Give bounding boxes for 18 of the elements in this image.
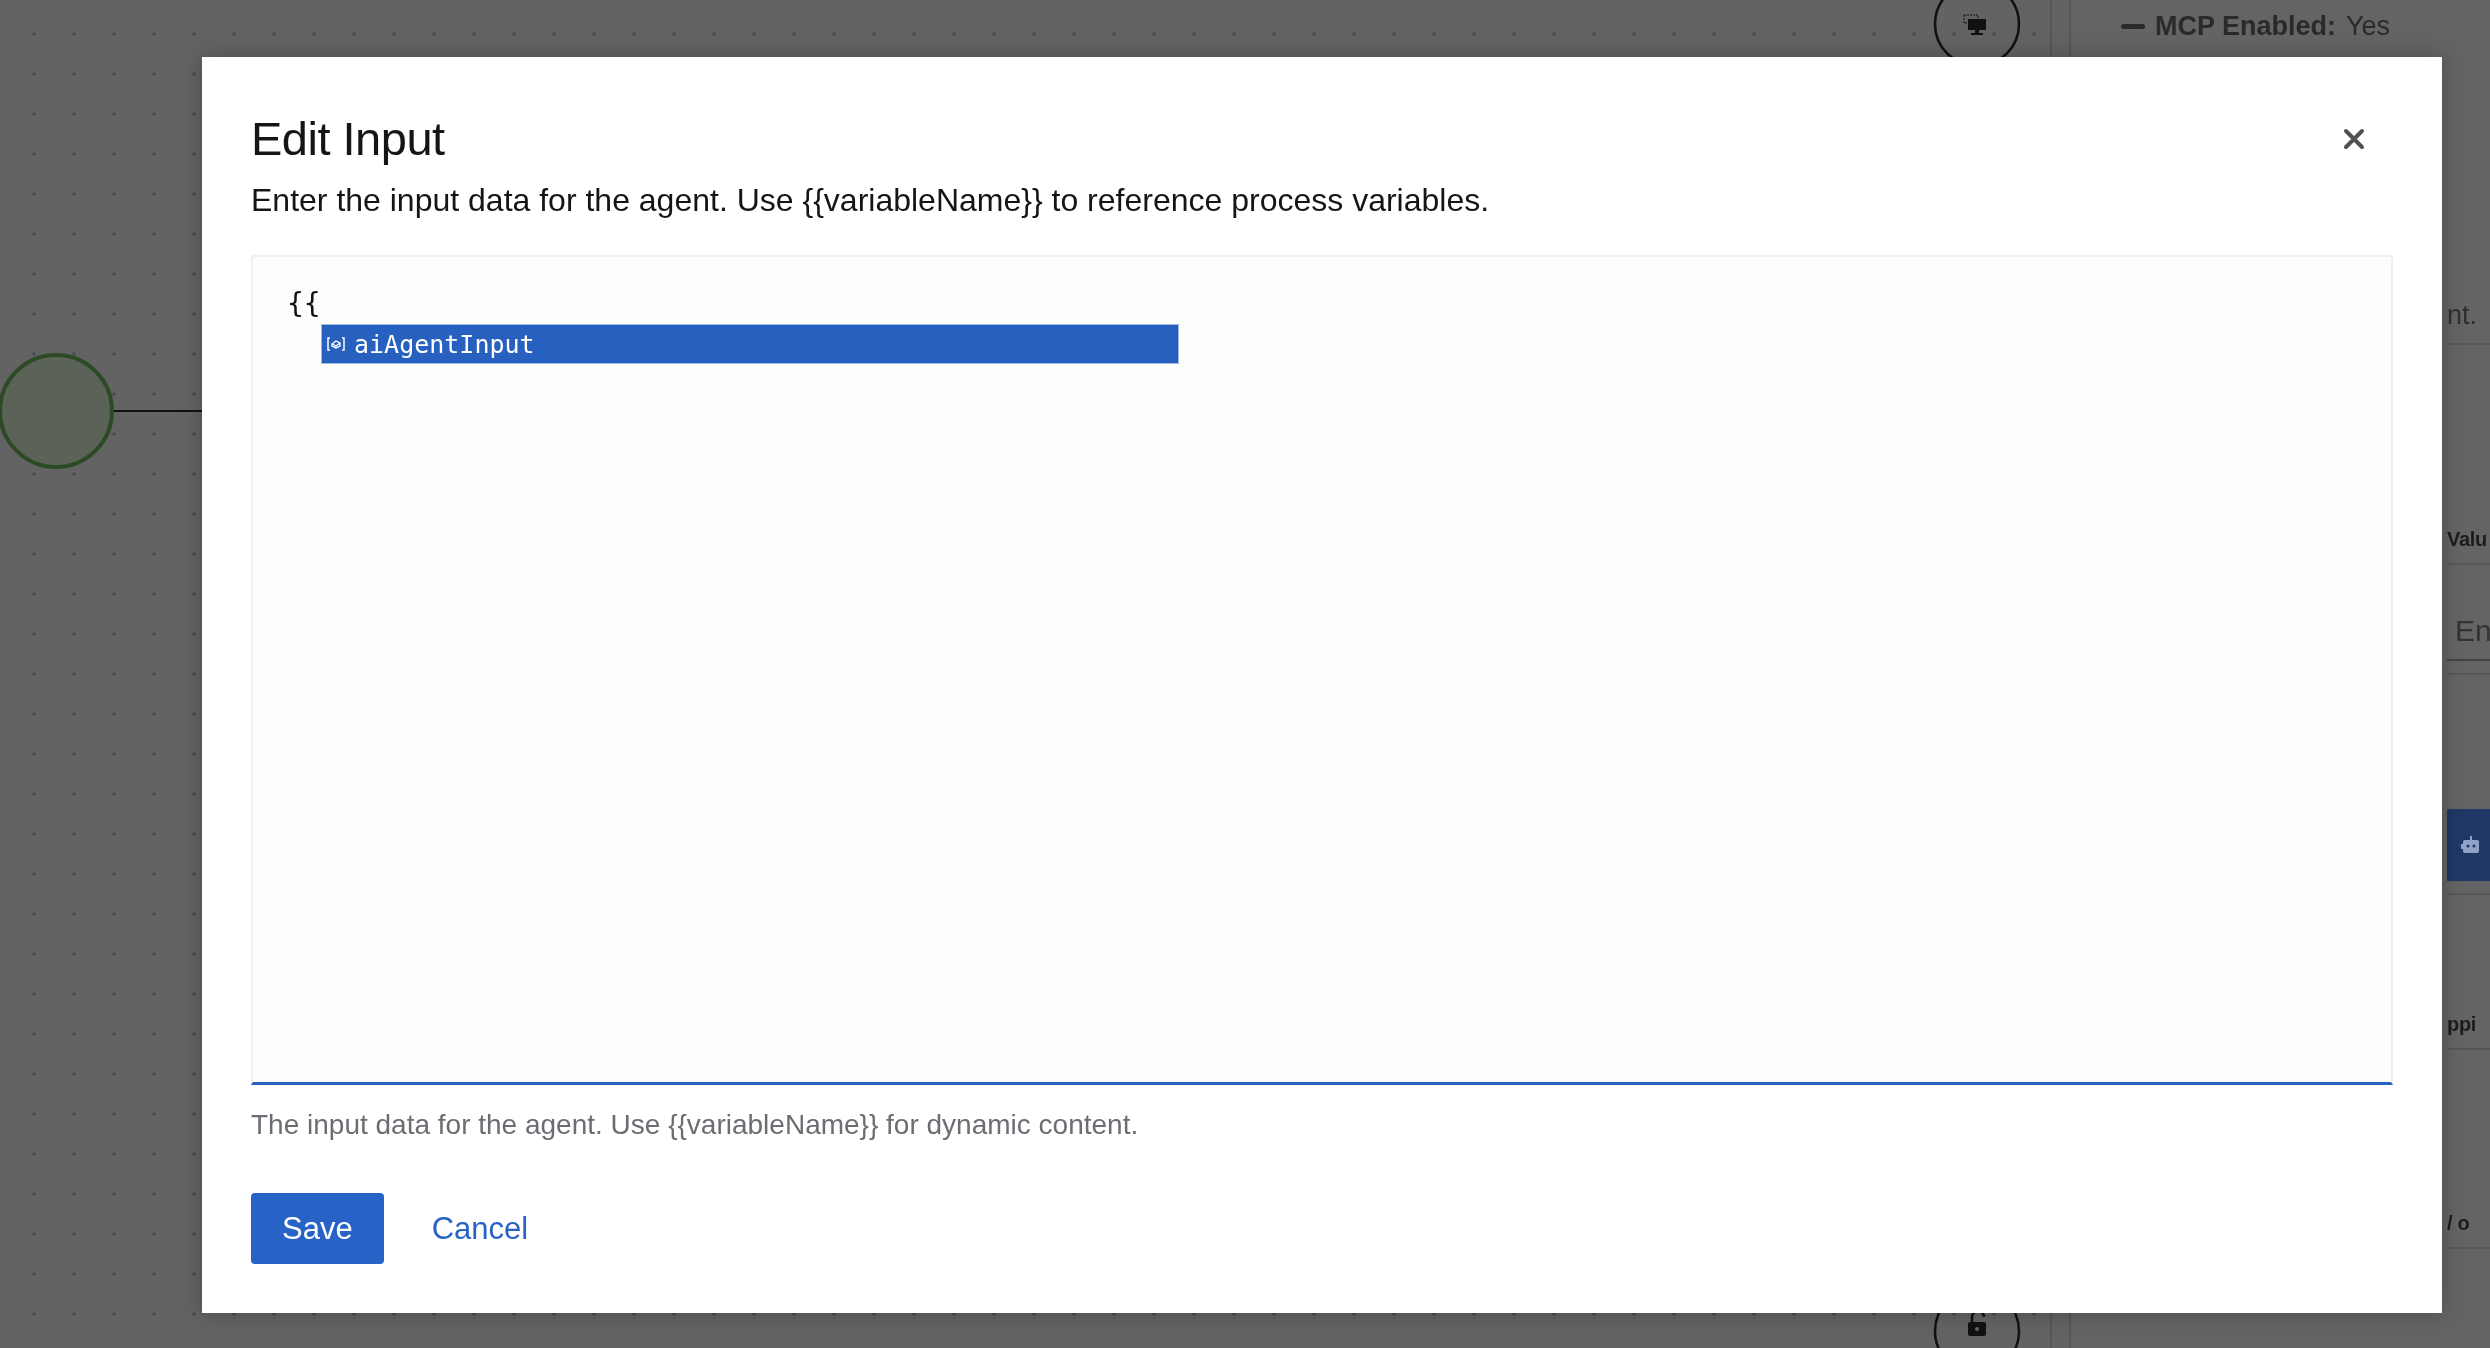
robot-icon (2461, 836, 2481, 854)
modal-description: Enter the input data for the agent. Use {{variableName}} to reference process variables. (251, 182, 1491, 219)
close-icon (2343, 127, 2365, 150)
code-editor[interactable]: {{ aiAgentInput (251, 255, 2393, 1085)
helper-text: The input data for the agent. Use {{variableName}} for dynamic content. (251, 1109, 1140, 1141)
agent-button[interactable] (2447, 809, 2490, 881)
cancel-button[interactable]: Cancel (427, 1210, 533, 1247)
mcp-status-value: Yes (2346, 10, 2391, 42)
mcp-status-label: MCP Enabled: (2155, 10, 2337, 42)
save-button[interactable]: Save (251, 1193, 384, 1264)
suggestion-item[interactable]: aiAgentInput (321, 324, 1179, 364)
variable-icon (326, 336, 346, 352)
modal-title: Edit Input (251, 111, 445, 166)
panel-heading: Valu (2447, 528, 2487, 551)
panel-heading: ppi (2447, 1013, 2477, 1036)
panel-heading: / o (2447, 1212, 2470, 1235)
editor-text: {{ (287, 287, 322, 321)
minus-icon[interactable] (2121, 23, 2145, 29)
